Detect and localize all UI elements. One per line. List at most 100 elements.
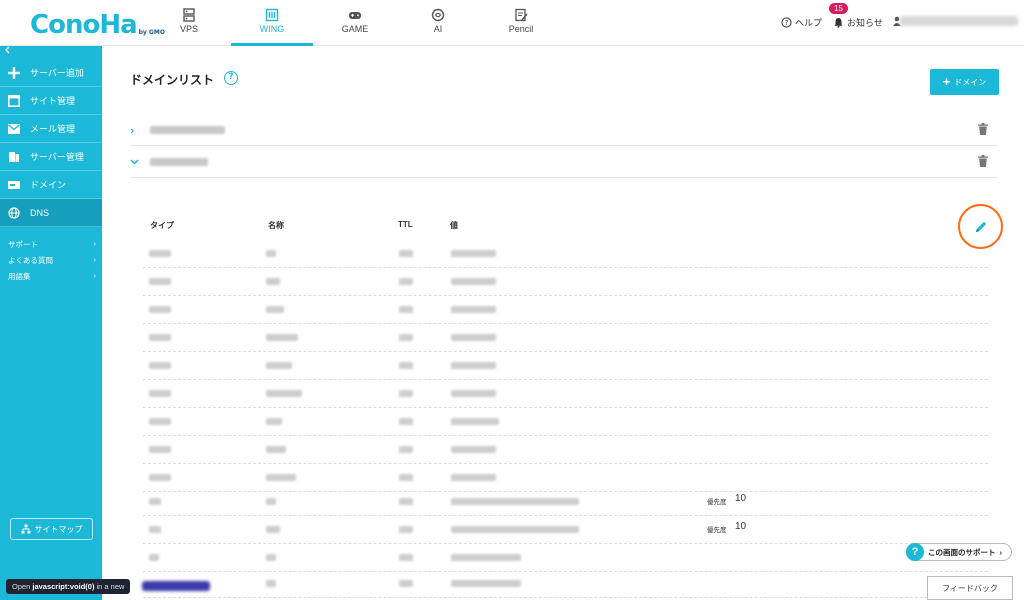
browser-status-bar: Open javascript:void(0) in a new <box>6 579 131 594</box>
sidebar-item-label: ドメイン <box>30 180 67 190</box>
screen-support-label: この画面のサポート <box>928 547 996 557</box>
dns-record-row[interactable] <box>143 296 988 324</box>
domain-row-collapsed[interactable]: › <box>130 114 998 146</box>
sidebar-item-dns[interactable]: DNS <box>0 199 102 227</box>
record-name-blurred <box>266 334 298 341</box>
priority-label: 優先度 <box>707 527 727 534</box>
globe-icon <box>7 206 21 220</box>
chevron-right-icon: › <box>93 255 97 264</box>
tab-ai-label: AI <box>433 24 443 34</box>
record-ttl-blurred <box>399 498 413 505</box>
dns-record-row[interactable] <box>143 240 988 268</box>
record-type-blurred <box>149 498 161 505</box>
record-name-blurred <box>266 446 286 453</box>
chevron-down-icon[interactable] <box>130 159 139 165</box>
status-prefix: Open <box>12 582 31 591</box>
plus-icon: + <box>942 74 951 89</box>
page-title: ドメインリスト <box>130 73 215 87</box>
record-ttl-blurred <box>399 250 413 257</box>
window-icon <box>7 94 21 108</box>
tab-pencil[interactable]: Pencil <box>480 0 562 46</box>
sidebar-item-label: サーバー管理 <box>30 152 84 162</box>
record-value-blurred <box>451 250 496 257</box>
pencil-note-icon <box>515 8 528 22</box>
notice-count-badge: 15 <box>829 3 848 14</box>
dns-header-type: タイプ <box>150 221 174 230</box>
record-name-blurred <box>266 250 276 257</box>
chevron-left-icon <box>5 46 10 54</box>
dns-record-row[interactable] <box>143 570 988 598</box>
sidebar-item-server-management[interactable]: サーバー管理 <box>0 143 102 171</box>
question-icon: ? <box>906 543 924 561</box>
record-value-blurred <box>451 362 496 369</box>
dns-record-row[interactable] <box>143 324 988 352</box>
record-name-blurred <box>266 554 276 561</box>
sidebar-link-support[interactable]: サポート › <box>8 239 96 250</box>
dns-record-row[interactable] <box>143 380 988 408</box>
dns-record-row[interactable] <box>143 408 988 436</box>
record-type-blurred <box>149 306 171 313</box>
tab-game[interactable]: GAME <box>314 0 396 46</box>
sidebar-item-label: サイト管理 <box>30 96 76 106</box>
title-help-icon[interactable]: ? <box>224 71 238 85</box>
record-value-blurred <box>451 526 579 533</box>
dns-record-row[interactable] <box>143 436 988 464</box>
record-ttl-blurred <box>399 474 413 481</box>
add-domain-button[interactable]: + ドメイン <box>930 69 999 95</box>
sidebar-link-label: よくある質問 <box>8 256 53 265</box>
record-type-blurred <box>149 526 161 533</box>
record-name-blurred <box>266 306 284 313</box>
chevron-right-icon: › <box>999 547 1003 557</box>
domain-row-expanded[interactable] <box>130 146 998 178</box>
record-ttl-blurred <box>399 418 413 425</box>
sidebar-item-site-management[interactable]: サイト管理 <box>0 87 102 115</box>
plus-icon <box>7 66 21 80</box>
record-type-blurred <box>149 474 171 481</box>
dns-record-row[interactable] <box>143 268 988 296</box>
record-type-blurred <box>149 446 171 453</box>
record-value-blurred <box>451 498 579 505</box>
status-link: javascript:void(0) <box>32 582 95 591</box>
notice-link[interactable]: お知らせ <box>833 16 883 29</box>
trash-icon[interactable] <box>978 155 988 167</box>
sidebar-link-glossary[interactable]: 用語集 › <box>8 271 96 282</box>
record-ttl-blurred <box>399 362 413 369</box>
record-value-blurred <box>451 554 521 561</box>
dns-record-row-mx[interactable]: 優先度 10 <box>143 488 988 516</box>
wing-icon <box>265 8 279 22</box>
chevron-right-icon[interactable]: › <box>130 124 135 137</box>
user-account-blurred[interactable] <box>900 16 1018 26</box>
sidebar-item-mail-management[interactable]: メール管理 <box>0 115 102 143</box>
dns-record-row[interactable] <box>143 352 988 380</box>
dns-record-row-mx[interactable]: 優先度 10 <box>143 516 988 544</box>
pencil-icon <box>975 221 986 232</box>
tab-vps[interactable]: VPS <box>148 0 230 46</box>
help-link[interactable]: ? ヘルプ <box>781 16 822 29</box>
chevron-right-icon: › <box>93 271 97 280</box>
svg-text:?: ? <box>785 19 789 27</box>
top-header: ConoHa by GMO VPS WING GAME AI Pencil ? … <box>0 0 1024 46</box>
sidebar-link-faq[interactable]: よくある質問 › <box>8 255 96 266</box>
screen-support-button[interactable]: ? この画面のサポート › <box>906 543 1012 561</box>
sidebar-item-add-server[interactable]: サーバー追加 <box>0 59 102 87</box>
trash-icon[interactable] <box>978 123 988 135</box>
record-type-blurred <box>149 418 171 425</box>
domain-name-blurred <box>150 126 225 134</box>
sitemap-button[interactable]: サイトマップ <box>10 518 93 540</box>
record-type-blurred <box>149 554 159 561</box>
record-type-blurred <box>149 362 171 369</box>
feedback-button[interactable]: フィードバック <box>927 576 1013 600</box>
record-value-blurred <box>451 580 521 587</box>
dns-header-ttl: TTL <box>398 220 413 229</box>
tab-ai[interactable]: AI <box>397 0 479 46</box>
record-name-blurred <box>266 278 280 285</box>
sidebar-collapse-button[interactable] <box>0 46 102 58</box>
conoha-logo[interactable]: ConoHa by GMO <box>30 8 165 40</box>
server-icon <box>183 8 195 22</box>
dns-record-row[interactable] <box>143 544 988 572</box>
sidebar-item-domain[interactable]: ドメイン <box>0 171 102 199</box>
tab-vps-label: VPS <box>179 24 198 34</box>
record-ttl-blurred <box>399 390 413 397</box>
sidebar-link-label: 用語集 <box>8 272 31 281</box>
tab-wing[interactable]: WING <box>231 0 313 46</box>
